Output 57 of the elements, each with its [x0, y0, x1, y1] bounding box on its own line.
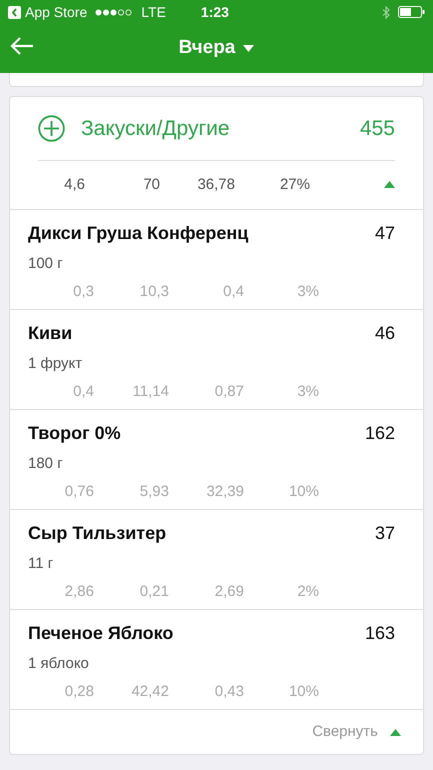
food-calories: 162	[364, 422, 395, 445]
nutrient-value: 0,4	[72, 382, 94, 402]
nutrient-value: 0,87	[214, 382, 244, 402]
serving-size: 1 фрукт	[28, 354, 84, 374]
food-row[interactable]: Киви 46 1 фрукт 0,4 11,14 0,87 3%	[10, 309, 423, 409]
food-name: Сыр Тильзитер	[28, 522, 166, 545]
food-name: Дикси Груша Конференц	[28, 222, 248, 245]
network-type: LTE	[141, 2, 166, 22]
food-row[interactable]: Печеное Яблоко 163 1 яблоко 0,28 42,42 0,43 10%	[10, 609, 423, 709]
nutrient-total: 27%	[278, 174, 310, 195]
food-calories: 46	[374, 322, 395, 345]
meal-calories: 455	[360, 116, 395, 142]
date-dropdown[interactable]: Вчера	[178, 34, 254, 63]
add-icon[interactable]	[38, 115, 65, 142]
food-name: Творог 0%	[28, 422, 121, 445]
nutrient-value: 2,86	[64, 582, 94, 602]
nutrient-value: 32,39	[205, 482, 244, 502]
serving-size: 1 яблоко	[28, 654, 90, 674]
nutrient-total: 36,78	[196, 174, 235, 195]
food-calories: 37	[374, 522, 395, 545]
serving-size: 180 г	[28, 454, 64, 474]
food-row[interactable]: Творог 0% 162 180 г 0,76 5,93 32,39 10%	[10, 409, 423, 509]
nutrient-value: 3%	[296, 282, 319, 302]
food-name: Печеное Яблоко	[28, 622, 174, 645]
nutrient-value: 0,3	[72, 282, 94, 302]
nutrient-value: 10%	[288, 482, 319, 502]
food-row[interactable]: Сыр Тильзитер 37 11 г 2,86 0,21 2,69 2%	[10, 509, 423, 609]
back-app-icon[interactable]	[8, 6, 21, 18]
bluetooth-icon	[382, 6, 390, 18]
nutrient-value: 0,43	[214, 682, 244, 702]
nutrient-value: 3%	[296, 382, 319, 402]
nutrient-value: 0,21	[138, 582, 169, 602]
nutrient-value: 11,14	[132, 382, 169, 402]
serving-size: 11 г	[28, 554, 54, 574]
nutrient-total: 4,6	[63, 174, 85, 195]
nutrient-value: 2%	[296, 582, 319, 602]
signal-icon	[95, 8, 134, 16]
serving-size: 100 г	[28, 254, 64, 274]
meal-title: Закуски/Другие	[81, 116, 230, 142]
nutrient-value: 5,93	[138, 482, 169, 502]
nutrient-value: 10%	[288, 682, 319, 702]
battery-icon	[398, 6, 425, 18]
food-row[interactable]: Дикси Груша Конференц 47 100 г 0,3 10,3 0,4 3%	[10, 209, 423, 309]
nutrient-value: 0,76	[64, 482, 94, 502]
food-calories: 163	[364, 622, 395, 645]
nutrient-value: 42,42	[130, 682, 169, 702]
food-name: Киви	[28, 322, 72, 345]
clock: 1:23	[200, 2, 229, 22]
back-app-link[interactable]: App Store	[25, 2, 88, 22]
food-calories: 47	[374, 222, 395, 245]
nutrient-value: 0,4	[222, 282, 244, 302]
caret-icon	[390, 728, 401, 736]
nutrient-value: 0,28	[64, 682, 94, 702]
caret-icon	[243, 45, 254, 52]
nutrient-value: 2,69	[214, 582, 244, 602]
nutrient-total: 70	[142, 174, 160, 195]
nutrient-value: 10,3	[138, 282, 169, 302]
